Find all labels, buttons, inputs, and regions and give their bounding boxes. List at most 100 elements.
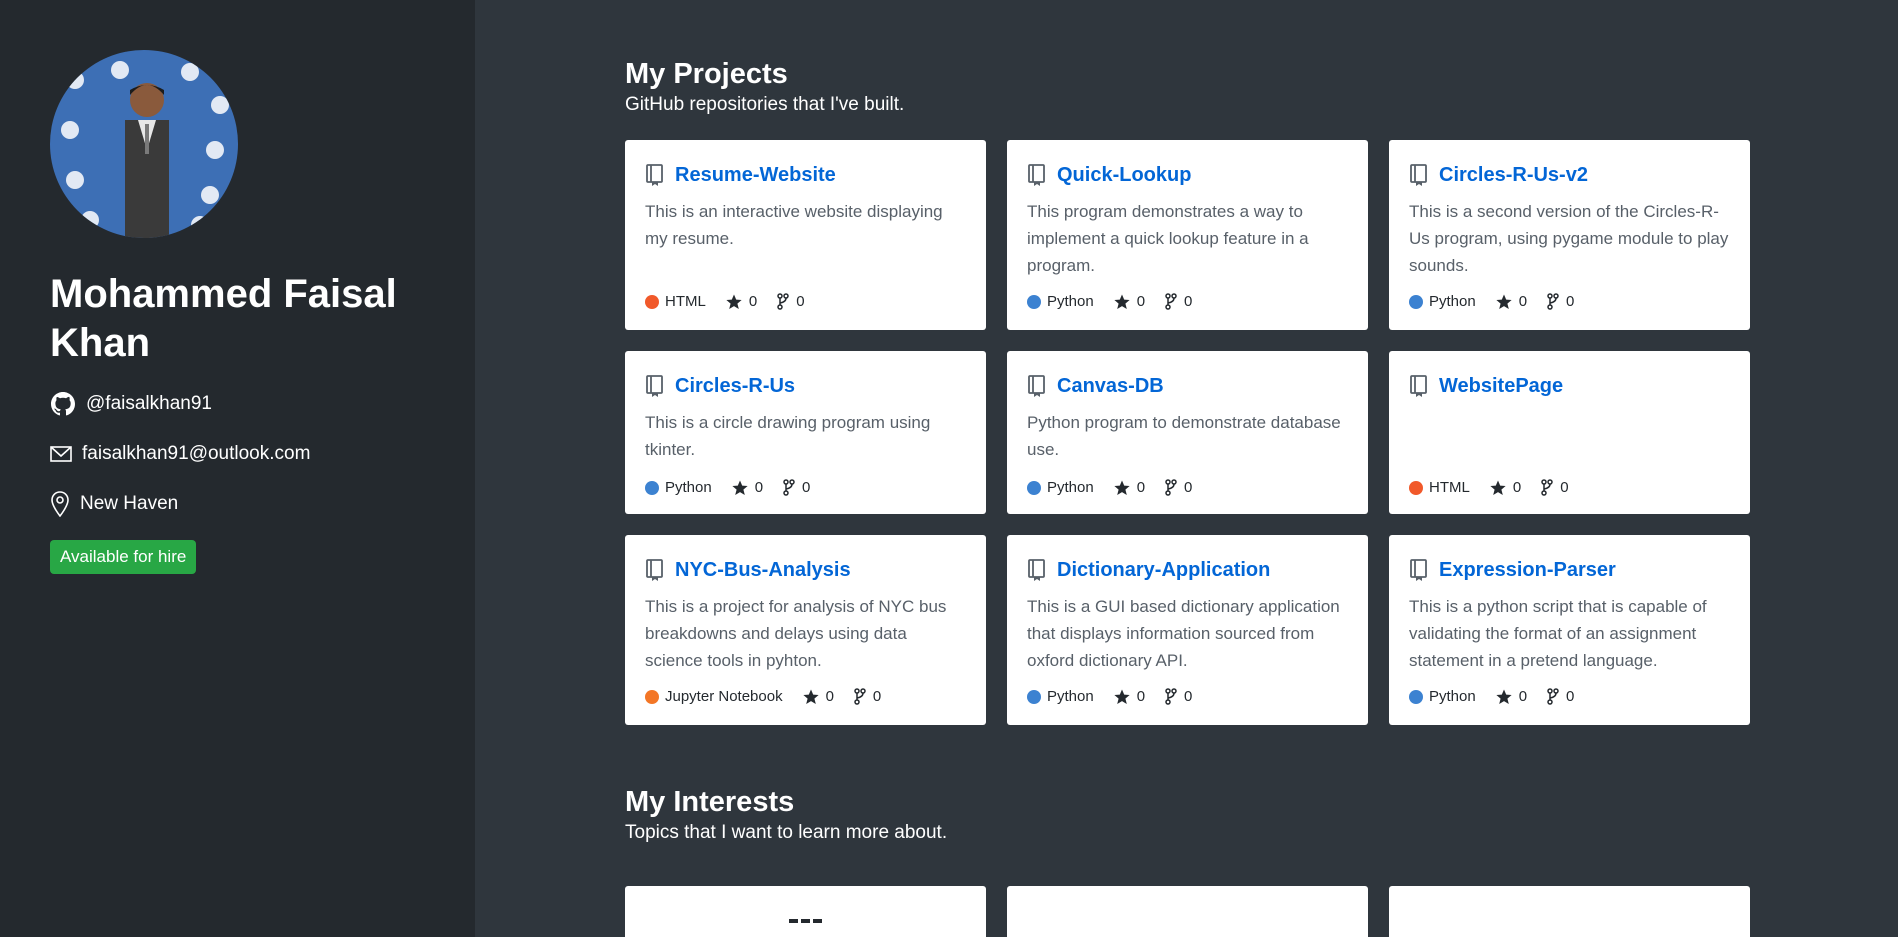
- star-icon: [1114, 480, 1130, 495]
- repo-description: This is an interactive website displayin…: [645, 202, 943, 248]
- hire-status-badge: Available for hire: [50, 540, 197, 574]
- repo-card[interactable]: Quick-Lookup This program demonstrates a…: [1007, 140, 1368, 330]
- repo-forks[interactable]: 0: [1165, 479, 1192, 496]
- repo-card-header: WebsitePage: [1409, 373, 1730, 399]
- repo-meta: Python 0 0: [645, 479, 830, 496]
- language-dot-icon: [1409, 689, 1423, 704]
- fork-icon: [1541, 479, 1553, 496]
- language-dot-icon: [645, 480, 659, 495]
- repo-forks[interactable]: 0: [783, 479, 810, 496]
- language-label: Python: [1047, 479, 1094, 496]
- interest-card[interactable]: [1007, 886, 1368, 937]
- repo-meta: Jupyter Notebook 0 0: [645, 688, 901, 705]
- language-label: Python: [1047, 688, 1094, 705]
- repo-stars[interactable]: 0: [1490, 479, 1521, 496]
- repo-icon: [1409, 559, 1429, 581]
- repo-forks[interactable]: 0: [1165, 293, 1192, 310]
- fork-icon: [1165, 688, 1177, 705]
- repo-stars[interactable]: 0: [726, 293, 757, 310]
- interest-grid: [625, 886, 1750, 937]
- github-handle-row[interactable]: @faisalkhan91: [50, 390, 425, 418]
- repo-forks[interactable]: 0: [1541, 479, 1569, 496]
- star-count: 0: [1136, 479, 1146, 496]
- repo-name-link[interactable]: Canvas-DB: [1057, 375, 1164, 398]
- repo-card-header: Circles-R-Us: [645, 373, 966, 399]
- repo-card[interactable]: WebsitePage HTML 0 0: [1389, 351, 1750, 514]
- repo-forks[interactable]: 0: [1547, 293, 1574, 310]
- language-label: Python: [1429, 688, 1476, 705]
- repo-card[interactable]: Circles-R-Us-v2 This is a second version…: [1389, 140, 1750, 330]
- repo-meta: Python 0 0: [1027, 688, 1212, 705]
- language-dot-icon: [1027, 480, 1041, 495]
- repo-card[interactable]: Resume-Website This is an interactive we…: [625, 140, 986, 330]
- projects-subtitle: GitHub repositories that I've built.: [625, 94, 905, 115]
- email-address[interactable]: faisalkhan91@outlook.com: [82, 443, 310, 465]
- main-content: My Projects GitHub repositories that I'v…: [625, 0, 1750, 937]
- repo-stars[interactable]: 0: [1496, 293, 1527, 310]
- interest-card[interactable]: [625, 886, 986, 937]
- repo-forks[interactable]: 0: [1547, 688, 1574, 705]
- repo-card[interactable]: Dictionary-Application This is a GUI bas…: [1007, 535, 1368, 725]
- mail-icon: [50, 441, 72, 467]
- repo-card[interactable]: NYC-Bus-Analysis This is a project for a…: [625, 535, 986, 725]
- repo-card-header: NYC-Bus-Analysis: [645, 557, 966, 583]
- repo-forks[interactable]: 0: [1165, 688, 1192, 705]
- star-count: 0: [1512, 479, 1522, 496]
- repo-stars[interactable]: 0: [802, 688, 834, 705]
- repo-language: Python: [1027, 293, 1094, 310]
- language-dot-icon: [645, 294, 659, 309]
- repo-meta: Python 0 0: [1409, 293, 1594, 310]
- repo-stars[interactable]: 0: [1114, 479, 1145, 496]
- location-row: New Haven: [50, 490, 425, 518]
- location-pin-icon: [50, 491, 70, 517]
- repo-language: Python: [1409, 293, 1476, 310]
- repo-name-link[interactable]: NYC-Bus-Analysis: [675, 559, 851, 582]
- repo-forks[interactable]: 0: [777, 293, 805, 310]
- email-row[interactable]: faisalkhan91@outlook.com: [50, 440, 425, 468]
- repo-card[interactable]: Canvas-DB Python program to demonstrate …: [1007, 351, 1368, 514]
- language-label: HTML: [665, 293, 706, 310]
- fork-count: 0: [1184, 479, 1193, 496]
- repo-icon: [1409, 164, 1429, 186]
- projects-title: My Projects: [625, 58, 788, 90]
- repo-name-link[interactable]: Circles-R-Us: [675, 375, 795, 398]
- repo-name-link[interactable]: Circles-R-Us-v2: [1439, 164, 1588, 187]
- repo-name-link[interactable]: Dictionary-Application: [1057, 559, 1270, 582]
- repo-name-link[interactable]: Expression-Parser: [1439, 559, 1616, 582]
- fork-icon: [1547, 688, 1559, 705]
- repo-description: Python program to demonstrate database u…: [1027, 413, 1341, 459]
- repo-card-header: Canvas-DB: [1027, 373, 1348, 399]
- repo-stars[interactable]: 0: [1114, 293, 1145, 310]
- repo-description: This is a project for analysis of NYC bu…: [645, 597, 947, 670]
- repo-forks[interactable]: 0: [854, 688, 881, 705]
- repo-description: This is a circle drawing program using t…: [645, 413, 931, 459]
- repo-icon: [1027, 164, 1047, 186]
- repo-meta: HTML 0 0: [645, 293, 825, 310]
- repo-card[interactable]: Circles-R-Us This is a circle drawing pr…: [625, 351, 986, 514]
- repo-description: This program demonstrates a way to imple…: [1027, 202, 1309, 275]
- fork-icon: [1165, 293, 1177, 310]
- language-label: Python: [665, 479, 712, 496]
- topic-icon: [789, 919, 822, 923]
- repo-stars[interactable]: 0: [732, 479, 763, 496]
- fork-icon: [1165, 479, 1177, 496]
- repo-stars[interactable]: 0: [1114, 688, 1145, 705]
- star-icon: [802, 689, 819, 704]
- github-handle[interactable]: @faisalkhan91: [86, 393, 212, 415]
- repo-meta: Python 0 0: [1409, 688, 1594, 705]
- project-grid: Resume-Website This is an interactive we…: [625, 140, 1750, 725]
- repo-card[interactable]: Expression-Parser This is a python scrip…: [1389, 535, 1750, 725]
- interest-card[interactable]: [1389, 886, 1750, 937]
- fork-icon: [777, 293, 789, 310]
- repo-icon: [645, 559, 665, 581]
- interests-section: My Interests Topics that I want to learn…: [625, 784, 1750, 937]
- language-label: HTML: [1429, 479, 1470, 496]
- repo-name-link[interactable]: Quick-Lookup: [1057, 164, 1191, 187]
- language-label: Jupyter Notebook: [665, 688, 783, 705]
- repo-meta: Python 0 0: [1027, 293, 1212, 310]
- star-count: 0: [1518, 688, 1528, 705]
- repo-name-link[interactable]: Resume-Website: [675, 164, 836, 187]
- repo-stars[interactable]: 0: [1496, 688, 1527, 705]
- repo-name-link[interactable]: WebsitePage: [1439, 375, 1563, 398]
- language-dot-icon: [1409, 294, 1423, 309]
